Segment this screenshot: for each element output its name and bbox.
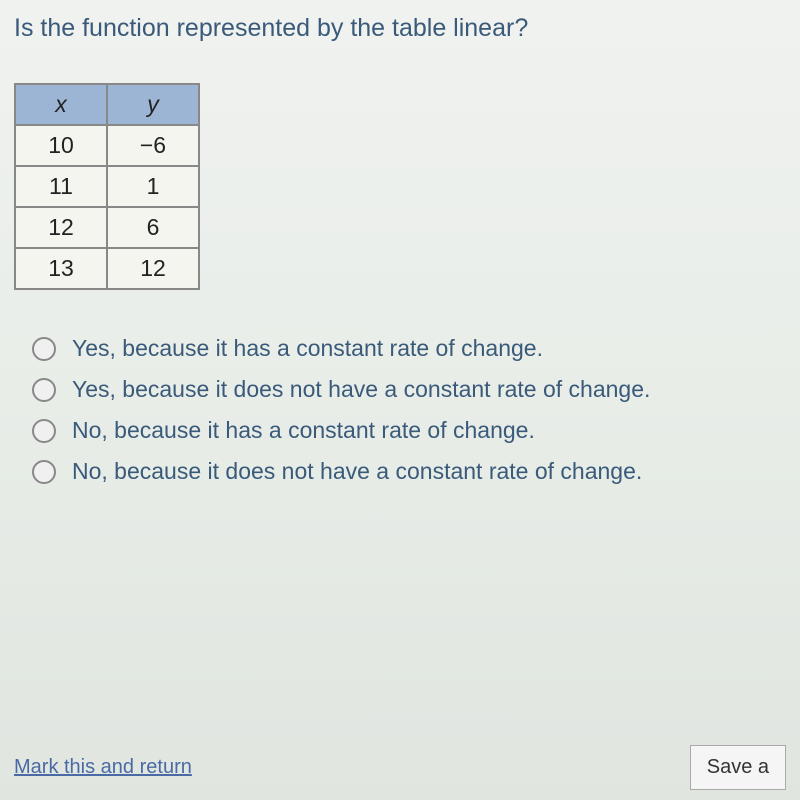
header-y: y [107,84,199,125]
header-x: x [15,84,107,125]
option-3[interactable]: No, because it has a constant rate of ch… [32,417,786,444]
table-row: 12 6 [15,207,199,248]
radio-icon[interactable] [32,378,56,402]
option-label: Yes, because it has a constant rate of c… [72,335,543,362]
cell-x: 11 [15,166,107,207]
data-table: x y 10 −6 11 1 12 6 13 12 [14,83,200,290]
cell-y: 12 [107,248,199,289]
cell-y: 6 [107,207,199,248]
table-header-row: x y [15,84,199,125]
option-label: No, because it does not have a constant … [72,458,642,485]
radio-icon[interactable] [32,419,56,443]
cell-y: −6 [107,125,199,166]
option-label: Yes, because it does not have a constant… [72,376,650,403]
option-2[interactable]: Yes, because it does not have a constant… [32,376,786,403]
option-4[interactable]: No, because it does not have a constant … [32,458,786,485]
cell-x: 13 [15,248,107,289]
option-label: No, because it has a constant rate of ch… [72,417,535,444]
options-group: Yes, because it has a constant rate of c… [32,335,786,485]
table-row: 11 1 [15,166,199,207]
table-row: 10 −6 [15,125,199,166]
table-row: 13 12 [15,248,199,289]
bottom-bar: Mark this and return Save a [14,745,786,790]
save-button[interactable]: Save a [690,745,786,790]
mark-return-link[interactable]: Mark this and return [14,756,192,779]
radio-icon[interactable] [32,460,56,484]
option-1[interactable]: Yes, because it has a constant rate of c… [32,335,786,362]
cell-y: 1 [107,166,199,207]
cell-x: 10 [15,125,107,166]
question-text: Is the function represented by the table… [14,14,786,43]
cell-x: 12 [15,207,107,248]
radio-icon[interactable] [32,337,56,361]
